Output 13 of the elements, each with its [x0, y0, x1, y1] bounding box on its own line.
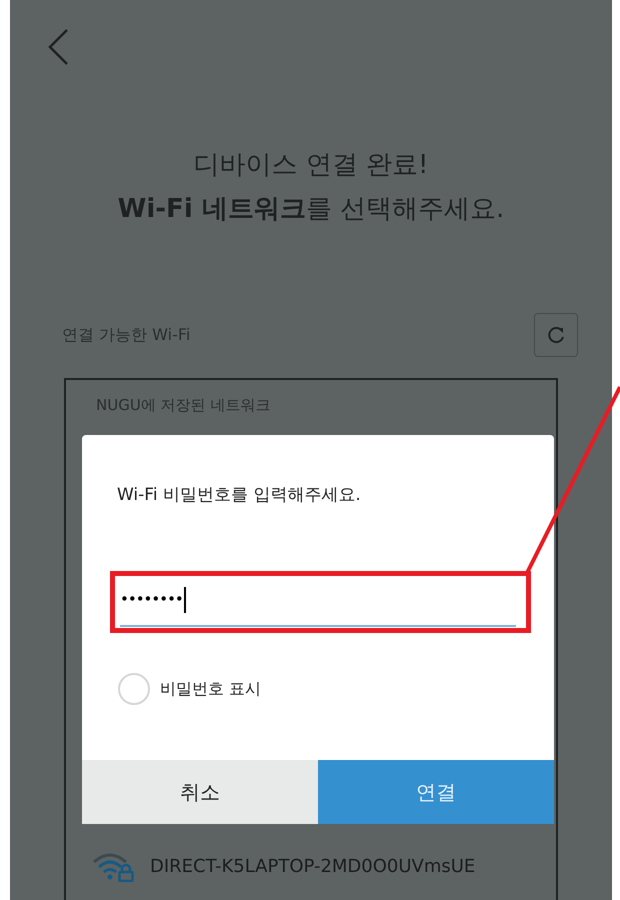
title-text: Wi-Fi 네트워크를 선택해주세요.	[118, 193, 504, 226]
checkbox[interactable]	[118, 672, 150, 704]
title-text: 디바이스 연결 완료!	[194, 149, 428, 182]
dialog-message: Wi-Fi 비밀번호를 입력해주세요.	[116, 484, 362, 507]
back-chevron-icon[interactable]	[46, 28, 70, 66]
refresh-icon	[546, 325, 566, 345]
checkbox-label: 비밀번호 표시	[160, 678, 262, 700]
text-cursor-icon	[184, 586, 186, 612]
refresh-button[interactable]	[534, 313, 578, 357]
cancel-button[interactable]: 취소	[82, 760, 318, 824]
password-field[interactable]: ••••••••	[120, 574, 516, 626]
password-value: ••••••••	[120, 589, 183, 610]
network-name: DIRECT-K5LAPTOP-2MD0O0UVmsUE	[150, 854, 476, 878]
